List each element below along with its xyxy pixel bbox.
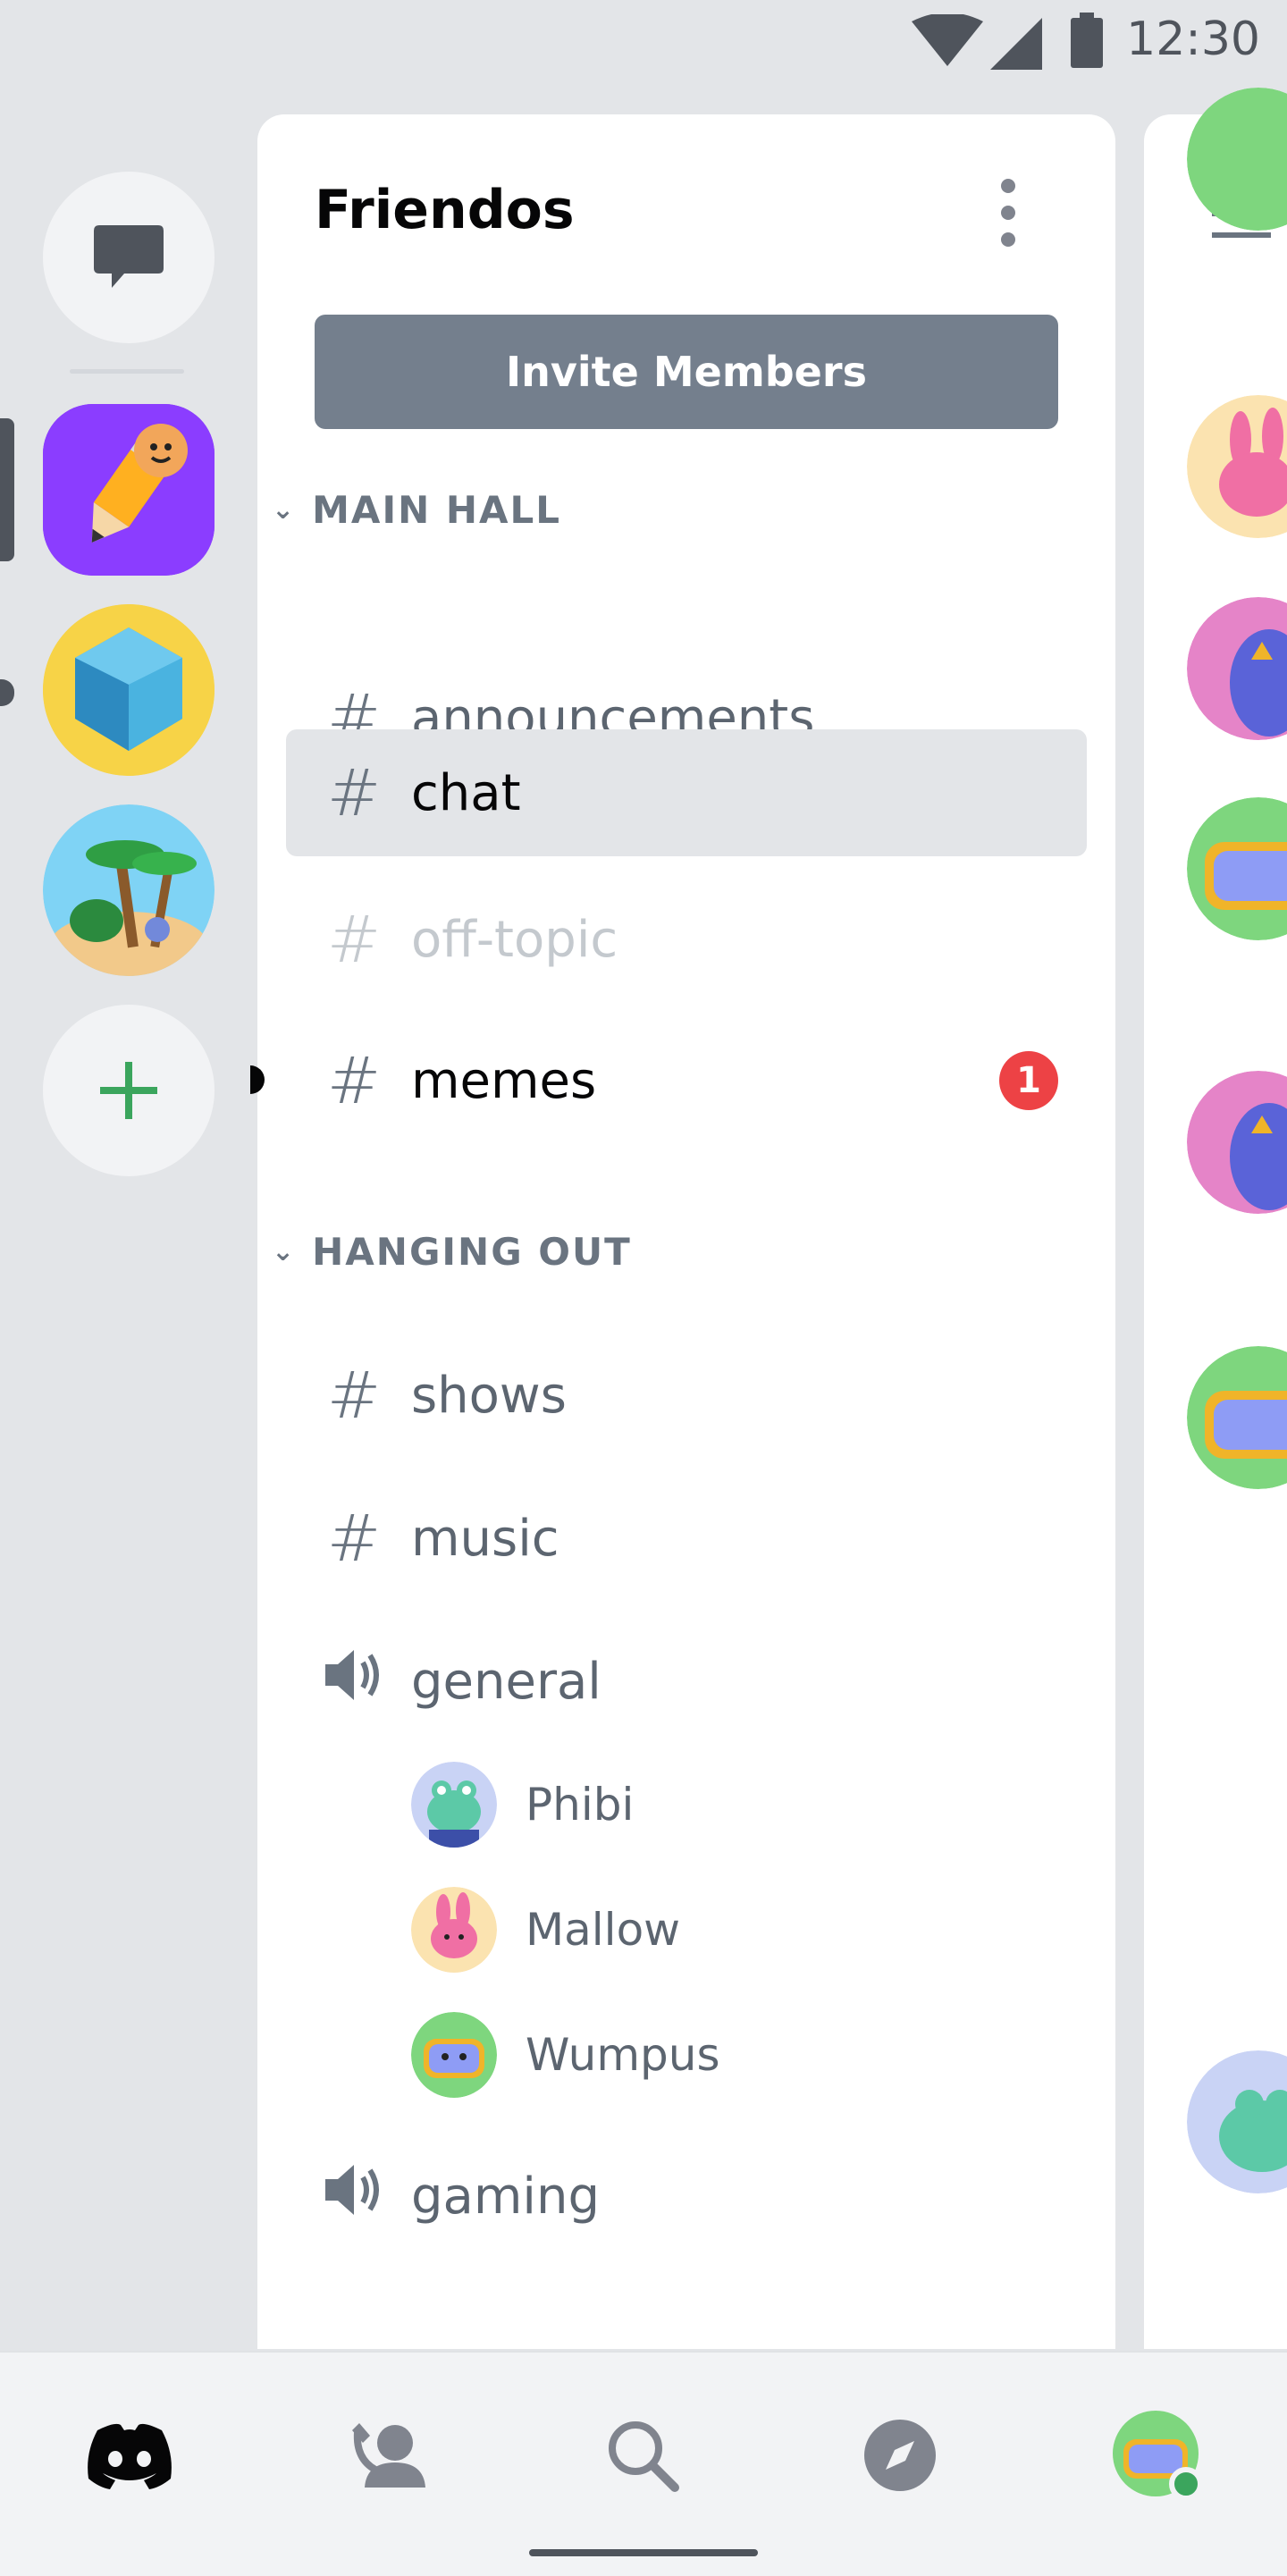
- channel-name: music: [411, 1509, 559, 1568]
- voice-channel-general[interactable]: general: [286, 1618, 1087, 1745]
- hash-icon: #: [326, 902, 382, 977]
- discord-home-icon: [88, 2423, 172, 2489]
- voice-channel-gaming[interactable]: gaming: [286, 2133, 1087, 2260]
- guild-title[interactable]: Friendos: [315, 179, 575, 241]
- direct-messages-button[interactable]: [43, 172, 214, 343]
- search-icon: [609, 2421, 679, 2492]
- member-avatar[interactable]: [1187, 2050, 1287, 2193]
- wifi-icon: [912, 14, 983, 66]
- server-icon-beach[interactable]: [43, 804, 214, 976]
- unread-server-indicator: [0, 679, 14, 706]
- channel-list-panel: Friendos Invite Members ⌄ MAIN HALL # an…: [250, 114, 1115, 2349]
- guild-options-button[interactable]: [990, 168, 1026, 257]
- avatar: [411, 1887, 497, 1973]
- category-label: HANGING OUT: [312, 1230, 632, 1274]
- nav-search[interactable]: [593, 2406, 692, 2504]
- member-avatar[interactable]: [1187, 88, 1287, 231]
- status-bar: 12:30: [0, 0, 1287, 80]
- channel-name: chat: [411, 763, 521, 822]
- kebab-dot-icon: [1001, 206, 1015, 220]
- chevron-down-icon: ⌄: [272, 494, 297, 526]
- hash-icon: #: [326, 1358, 382, 1433]
- clock: 12:30: [1126, 13, 1260, 66]
- plus-icon: [100, 1062, 157, 1119]
- server-icon-pencil[interactable]: [43, 404, 214, 576]
- voice-user-name: Wumpus: [526, 2029, 720, 2081]
- member-avatar[interactable]: [1187, 1346, 1287, 1489]
- channel-chat[interactable]: # chat: [286, 729, 1087, 856]
- chat-bubble-icon: [94, 225, 164, 288]
- channel-memes[interactable]: # memes 1: [286, 1017, 1087, 1144]
- avatar: [411, 2012, 497, 2098]
- speaker-icon: [315, 2159, 393, 2234]
- friends-icon: [352, 2423, 425, 2488]
- invite-members-button[interactable]: Invite Members: [315, 315, 1058, 429]
- hash-icon: #: [326, 1501, 382, 1576]
- nav-friends[interactable]: [340, 2406, 438, 2504]
- signal-icon: [990, 18, 1042, 70]
- battery-icon: [1071, 13, 1103, 68]
- category-main-hall[interactable]: ⌄ MAIN HALL: [272, 488, 561, 532]
- unread-channel-indicator: [250, 1065, 265, 1094]
- hash-icon: #: [326, 755, 382, 830]
- voice-user-wumpus[interactable]: Wumpus: [411, 2006, 720, 2104]
- member-avatar[interactable]: [1187, 395, 1287, 538]
- voice-user-mallow[interactable]: Mallow: [411, 1881, 680, 1979]
- add-server-button[interactable]: [43, 1005, 214, 1176]
- gesture-home-bar[interactable]: [529, 2549, 758, 2556]
- channel-name: memes: [411, 1051, 597, 1110]
- voice-user-name: Mallow: [526, 1904, 681, 1956]
- channel-name: shows: [411, 1366, 567, 1425]
- nav-discover[interactable]: [851, 2406, 949, 2504]
- gem-icon: [43, 604, 214, 776]
- channel-name: gaming: [411, 2167, 601, 2226]
- channel-shows[interactable]: # shows: [286, 1332, 1087, 1459]
- mention-badge: 1: [999, 1051, 1058, 1110]
- server-icon-gem[interactable]: [43, 604, 214, 776]
- channel-name: general: [411, 1652, 601, 1711]
- category-label: MAIN HALL: [312, 488, 562, 532]
- category-hanging-out[interactable]: ⌄ HANGING OUT: [272, 1230, 632, 1274]
- member-avatar[interactable]: [1187, 1071, 1287, 1214]
- bottom-navigation: [0, 2351, 1287, 2576]
- rail-divider: [70, 369, 184, 374]
- channel-off-topic[interactable]: # off-topic: [286, 876, 1087, 1003]
- chevron-down-icon: ⌄: [272, 1236, 297, 1267]
- nav-home[interactable]: [80, 2406, 179, 2504]
- beach-island-icon: [43, 804, 214, 976]
- pencil-mascot-icon: [43, 404, 214, 576]
- hash-icon: #: [326, 1043, 382, 1118]
- speaker-icon: [315, 1644, 393, 1719]
- compass-icon: [864, 2420, 936, 2491]
- nav-profile[interactable]: [1108, 2406, 1207, 2504]
- channel-name: off-topic: [411, 910, 618, 969]
- kebab-dot-icon: [1001, 232, 1015, 247]
- member-list-peek[interactable]: [1144, 88, 1287, 2349]
- member-avatar[interactable]: [1187, 597, 1287, 740]
- profile-avatar: [1113, 2411, 1203, 2501]
- channel-music[interactable]: # music: [286, 1475, 1087, 1602]
- voice-user-name: Phibi: [526, 1779, 635, 1831]
- avatar: [411, 1762, 497, 1848]
- kebab-dot-icon: [1001, 179, 1015, 193]
- member-avatar[interactable]: [1187, 797, 1287, 940]
- active-server-indicator: [0, 418, 14, 561]
- voice-user-phibi[interactable]: Phibi: [411, 1755, 634, 1854]
